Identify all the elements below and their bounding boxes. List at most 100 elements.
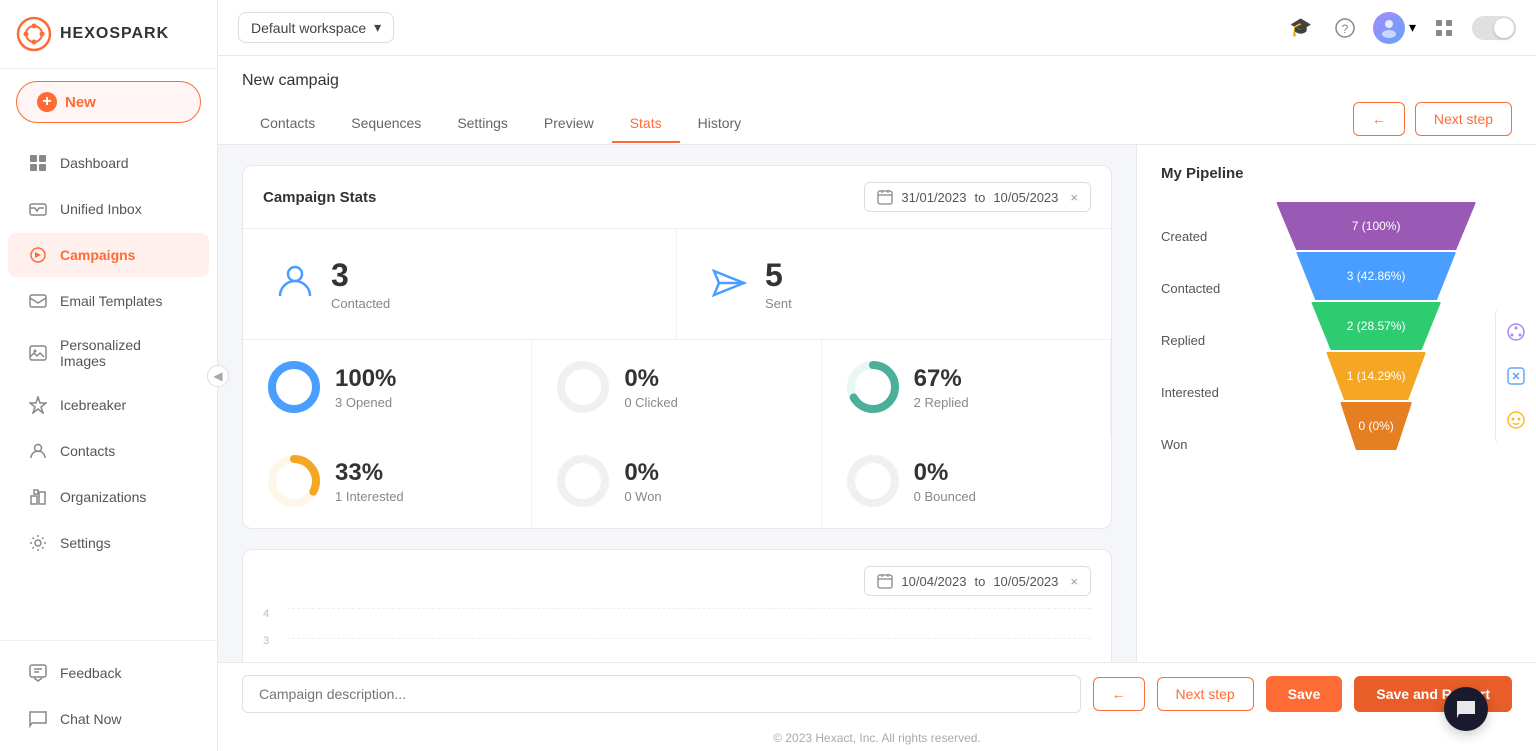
help-icon[interactable]: ? bbox=[1329, 12, 1361, 44]
campaign-tabs: Contacts Sequences Settings Preview Stat… bbox=[242, 105, 759, 142]
avatar bbox=[1373, 12, 1405, 44]
chart-gridline bbox=[287, 608, 1091, 609]
chart-date-to: 10/05/2023 bbox=[993, 574, 1058, 589]
bounced-pct: 0% bbox=[914, 459, 976, 487]
tab-contacts[interactable]: Contacts bbox=[242, 105, 333, 143]
sidebar-item-personalized-images[interactable]: Personalized Images bbox=[8, 325, 209, 381]
campaign-stats-panel: Campaign Stats 31/01/2023 to 10/05/2023 … bbox=[242, 165, 1112, 529]
back-button-footer[interactable]: ← bbox=[1093, 677, 1145, 711]
funnel-bar-created: 7 (100%) bbox=[1276, 202, 1476, 250]
funnel-bar-replied: 2 (28.57%) bbox=[1311, 302, 1441, 350]
grid-icon bbox=[28, 153, 48, 173]
next-step-button-top[interactable]: Next step bbox=[1415, 102, 1512, 136]
sidebar-item-unified-inbox[interactable]: Unified Inbox bbox=[8, 187, 209, 231]
nav-bottom: Feedback Chat Now bbox=[0, 640, 217, 751]
sidebar-item-feedback[interactable]: Feedback bbox=[8, 651, 209, 695]
chevron-down-icon: ▾ bbox=[1409, 19, 1416, 36]
save-and-restart-button[interactable]: Save and Restart bbox=[1354, 676, 1512, 712]
next-step-button-footer[interactable]: Next step bbox=[1157, 677, 1254, 711]
save-button[interactable]: Save bbox=[1266, 676, 1343, 712]
campaign-header: New campaig Contacts Sequences Settings … bbox=[218, 56, 1536, 145]
funnel-bar-contacted: 3 (42.86%) bbox=[1296, 252, 1456, 300]
sidebar-item-settings[interactable]: Settings bbox=[8, 521, 209, 565]
settings-icon bbox=[28, 533, 48, 553]
new-label: New bbox=[65, 94, 96, 111]
sidebar: HEXOSPARK + New Dashboard Unified Inbox … bbox=[0, 0, 218, 751]
contacts-icon bbox=[28, 441, 48, 461]
replied-label: 2 Replied bbox=[914, 395, 969, 410]
y-label-4: 4 bbox=[263, 608, 269, 620]
sidebar-item-contacts[interactable]: Contacts bbox=[8, 429, 209, 473]
ice-icon bbox=[28, 395, 48, 415]
tab-history[interactable]: History bbox=[680, 105, 760, 143]
tab-preview[interactable]: Preview bbox=[526, 105, 612, 143]
won-label: 0 Won bbox=[624, 489, 661, 504]
date-range-picker-2[interactable]: 10/04/2023 to 10/05/2023 × bbox=[864, 566, 1091, 596]
date-range-close-1[interactable]: × bbox=[1070, 190, 1078, 205]
replied-stat: 67% 2 Replied bbox=[822, 340, 1111, 434]
send-icon bbox=[709, 263, 749, 306]
user-avatar-wrap[interactable]: ▾ bbox=[1373, 12, 1416, 44]
calendar-icon bbox=[877, 189, 893, 205]
contacted-label: Contacted bbox=[331, 296, 390, 311]
sidebar-item-label: Settings bbox=[60, 535, 111, 551]
plus-icon: + bbox=[37, 92, 57, 112]
footer: ← Next step Save Save and Restart bbox=[218, 662, 1536, 725]
sidebar-item-label: Contacts bbox=[60, 443, 115, 459]
app-name: HEXOSPARK bbox=[60, 25, 169, 43]
right-edge-icon-2[interactable] bbox=[1502, 362, 1530, 390]
date-range-picker-1[interactable]: 31/01/2023 to 10/05/2023 × bbox=[864, 182, 1091, 212]
sidebar-collapse-button[interactable]: ◀ bbox=[207, 365, 229, 387]
image-icon bbox=[28, 343, 48, 363]
campaigns-icon bbox=[28, 245, 48, 265]
sidebar-item-campaigns[interactable]: Campaigns bbox=[8, 233, 209, 277]
right-edge-icon-1[interactable] bbox=[1502, 318, 1530, 346]
sidebar-item-label: Dashboard bbox=[60, 155, 129, 171]
interested-stat: 33% 1 Interested bbox=[243, 434, 532, 528]
sidebar-item-email-templates[interactable]: Email Templates bbox=[8, 279, 209, 323]
sidebar-item-chat-now[interactable]: Chat Now bbox=[8, 697, 209, 741]
workspace-selector[interactable]: Default workspace ▾ bbox=[238, 12, 394, 43]
tab-sequences[interactable]: Sequences bbox=[333, 105, 439, 143]
sidebar-item-dashboard[interactable]: Dashboard bbox=[8, 141, 209, 185]
workspace-label: Default workspace bbox=[251, 20, 366, 36]
y-label-3: 3 bbox=[263, 635, 269, 647]
main-area: Default workspace ▾ 🎓 ? ▾ New campaig bbox=[218, 0, 1536, 751]
calendar-icon-2 bbox=[877, 573, 893, 589]
tab-stats[interactable]: Stats bbox=[612, 105, 680, 143]
date-from-1: 31/01/2023 bbox=[901, 190, 966, 205]
interested-donut bbox=[267, 454, 321, 508]
stats-content: Campaign Stats 31/01/2023 to 10/05/2023 … bbox=[218, 145, 1536, 662]
won-stat: 0% 0 Won bbox=[532, 434, 821, 528]
sidebar-item-icebreaker[interactable]: Icebreaker bbox=[8, 383, 209, 427]
contacted-value: 3 bbox=[331, 257, 390, 294]
interested-label: 1 Interested bbox=[335, 489, 404, 504]
replied-pct: 67% bbox=[914, 365, 969, 393]
theme-toggle[interactable] bbox=[1472, 16, 1516, 40]
apps-icon[interactable] bbox=[1428, 12, 1460, 44]
chart-panel: 10/04/2023 to 10/05/2023 × 4 3 2 1 0 bbox=[242, 549, 1112, 662]
interested-pct: 33% bbox=[335, 459, 404, 487]
graduation-cap-icon[interactable]: 🎓 bbox=[1285, 12, 1317, 44]
sidebar-item-label: Email Templates bbox=[60, 293, 162, 309]
new-button[interactable]: + New bbox=[16, 81, 201, 123]
back-button-top[interactable]: ← bbox=[1353, 102, 1405, 136]
right-edge-panel bbox=[1495, 306, 1536, 446]
date-to-1: 10/05/2023 bbox=[993, 190, 1058, 205]
campaign-description-input[interactable] bbox=[242, 675, 1081, 713]
clicked-donut bbox=[556, 360, 610, 414]
chart-date-range-close[interactable]: × bbox=[1070, 574, 1078, 589]
right-edge-icon-3[interactable] bbox=[1502, 406, 1530, 434]
tab-settings[interactable]: Settings bbox=[439, 105, 526, 143]
logo-area: HEXOSPARK bbox=[0, 0, 217, 69]
bounced-stat: 0% 0 Bounced bbox=[822, 434, 1111, 528]
org-icon bbox=[28, 487, 48, 507]
pipeline-title: My Pipeline bbox=[1161, 165, 1512, 182]
email-icon bbox=[28, 291, 48, 311]
funnel-labels: Created Contacted Replied Interested Won bbox=[1161, 202, 1220, 470]
chat-bubble[interactable] bbox=[1444, 687, 1488, 731]
small-stats-grid: 100% 3 Opened 0% 0 Clicked bbox=[243, 339, 1111, 528]
sidebar-item-organizations[interactable]: Organizations bbox=[8, 475, 209, 519]
won-donut bbox=[556, 454, 610, 508]
stats-panel-header: Campaign Stats 31/01/2023 to 10/05/2023 … bbox=[243, 166, 1111, 228]
